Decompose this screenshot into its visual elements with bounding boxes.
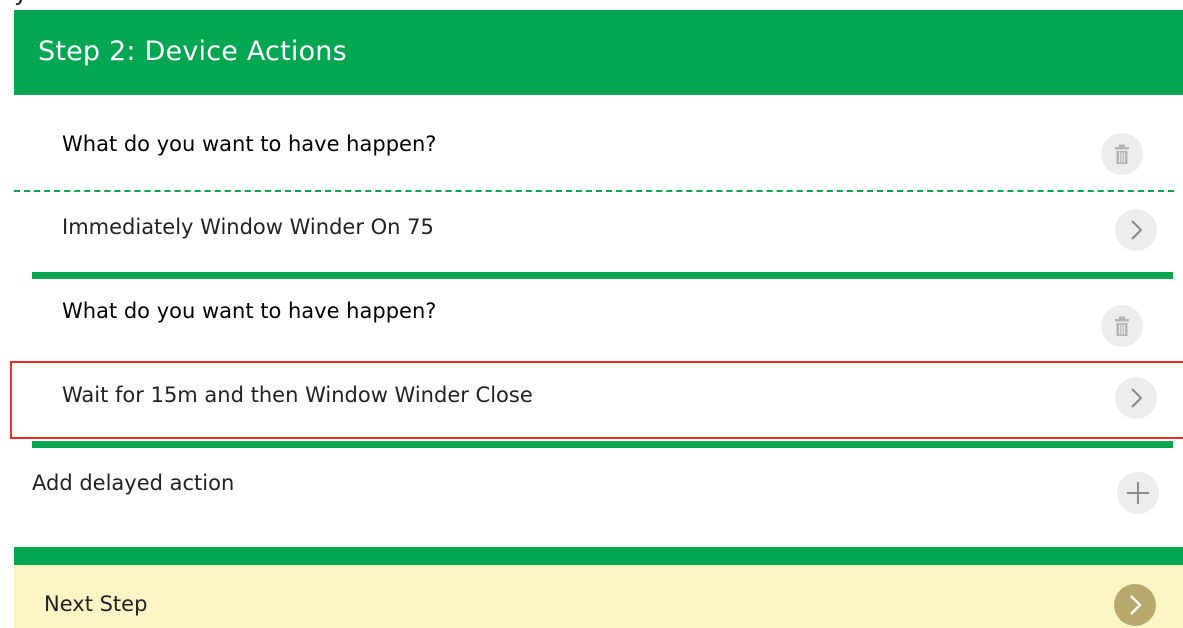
next-step-row[interactable]: Next Step	[14, 565, 1183, 628]
action-1-question: What do you want to have happen?	[62, 132, 437, 156]
action-1-summary[interactable]: Immediately Window Winder On 75	[62, 215, 434, 239]
action-1-delete-button[interactable]	[1101, 133, 1143, 175]
chevron-right-icon	[1130, 595, 1142, 615]
action-2-question: What do you want to have happen?	[62, 299, 437, 323]
step-header: Step 2: Device Actions	[14, 10, 1183, 95]
trash-icon	[1115, 316, 1129, 336]
next-step-button[interactable]	[1114, 584, 1156, 626]
footer-divider	[14, 547, 1183, 565]
next-step-label: Next Step	[44, 592, 148, 616]
trash-icon	[1115, 144, 1129, 164]
action-separator	[32, 272, 1173, 279]
page-title: Step 2: Device Actions	[38, 36, 347, 67]
add-delayed-action-label: Add delayed action	[32, 471, 235, 495]
add-delayed-action-button[interactable]	[1117, 472, 1159, 514]
action-2-delete-button[interactable]	[1101, 305, 1143, 347]
action-2-open-button[interactable]	[1115, 377, 1157, 419]
dashed-divider	[14, 190, 1174, 192]
plus-icon	[1127, 482, 1149, 504]
chevron-right-icon	[1131, 220, 1143, 240]
action-2-summary[interactable]: Wait for 15m and then Window Winder Clos…	[62, 383, 533, 407]
action-1-open-button[interactable]	[1115, 209, 1157, 251]
action-separator	[32, 441, 1173, 448]
clipped-top-text: y	[0, 0, 1183, 10]
chevron-right-icon	[1131, 388, 1143, 408]
